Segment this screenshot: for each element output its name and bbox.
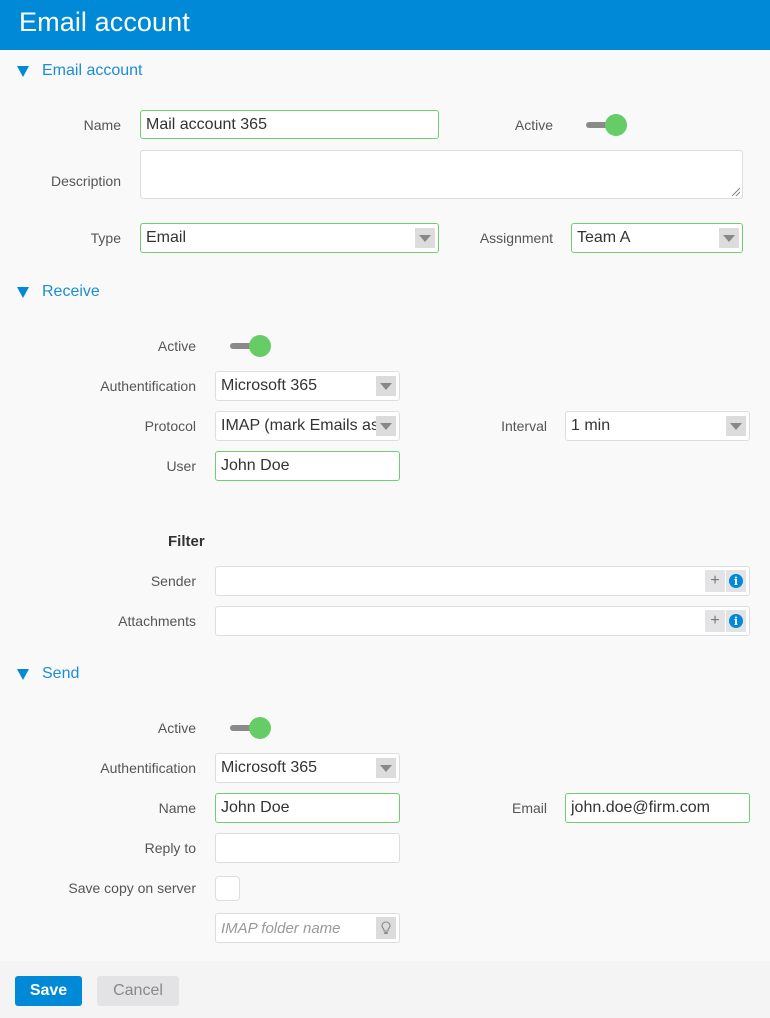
footer-bar: Save Cancel <box>0 961 770 1018</box>
send-name-value: John Doe <box>221 799 290 816</box>
lightbulb-icon[interactable] <box>376 917 396 939</box>
info-icon: i <box>729 574 743 588</box>
email-input[interactable]: john.doe@firm.com <box>565 793 750 823</box>
chevron-down-icon <box>415 228 435 248</box>
send-name-label: Name <box>158 800 196 816</box>
account-name-value: Mail account 365 <box>146 115 267 133</box>
page-header: Email account <box>0 0 770 50</box>
account-active-toggle[interactable] <box>586 113 628 137</box>
section-toggle-send[interactable]: Send <box>17 665 79 683</box>
info-icon: i <box>729 614 743 628</box>
receive-active-toggle[interactable] <box>230 334 272 358</box>
protocol-label: Protocol <box>144 418 196 434</box>
section-title: Email account <box>42 62 143 79</box>
email-label: Email <box>511 800 547 816</box>
page-title: Email account <box>19 7 190 37</box>
cancel-button[interactable]: Cancel <box>97 976 179 1006</box>
section-toggle-email-account[interactable]: Email account <box>17 62 143 80</box>
send-auth-select[interactable]: Microsoft 365 <box>215 753 400 783</box>
section-title: Receive <box>42 283 100 300</box>
save-button[interactable]: Save <box>15 976 82 1006</box>
attachments-info-button[interactable]: i <box>726 610 746 632</box>
assignment-select-value: Team A <box>577 229 631 246</box>
toggle-knob <box>249 717 271 739</box>
reply-to-input[interactable] <box>215 833 400 863</box>
toggle-knob <box>249 335 271 357</box>
name-label: Name <box>83 117 121 133</box>
chevron-down-icon <box>376 758 396 778</box>
attachments-label: Attachments <box>118 613 196 629</box>
receive-auth-select[interactable]: Microsoft 365 <box>215 371 400 401</box>
section-title: Send <box>42 665 80 682</box>
send-active-toggle[interactable] <box>230 716 272 740</box>
account-name-input[interactable]: Mail account 365 <box>140 110 439 139</box>
description-textarea[interactable] <box>140 150 743 199</box>
assignment-select[interactable]: Team A <box>571 223 743 253</box>
imap-folder-placeholder: IMAP folder name <box>221 919 341 937</box>
chevron-down-icon <box>719 228 739 248</box>
receive-auth-value: Microsoft 365 <box>221 377 318 394</box>
imap-folder-input[interactable]: IMAP folder name <box>215 913 400 943</box>
user-input[interactable]: John Doe <box>215 451 400 481</box>
chevron-down-icon <box>376 376 396 396</box>
toggle-knob <box>605 114 627 136</box>
type-label: Type <box>90 230 121 246</box>
send-auth-label: Authentification <box>100 760 196 776</box>
send-auth-value: Microsoft 365 <box>221 759 318 776</box>
interval-label: Interval <box>501 418 547 434</box>
sender-info-button[interactable]: i <box>726 570 746 592</box>
collapse-triangle-icon <box>17 65 29 77</box>
receive-auth-label: Authentification <box>100 378 196 394</box>
type-select[interactable]: Email <box>140 223 439 253</box>
interval-select[interactable]: 1 min <box>565 411 750 441</box>
chevron-down-icon <box>726 416 746 436</box>
save-copy-checkbox[interactable] <box>215 876 240 901</box>
plus-icon: + <box>710 572 720 589</box>
plus-icon: + <box>710 612 720 629</box>
add-attachment-filter-button[interactable]: + <box>705 610 725 632</box>
filter-title: Filter <box>168 533 205 550</box>
save-copy-label: Save copy on server <box>68 880 196 896</box>
active-label: Active <box>514 117 553 133</box>
email-value: john.doe@firm.com <box>571 799 710 816</box>
collapse-triangle-icon <box>17 668 29 680</box>
reply-to-label: Reply to <box>144 840 196 856</box>
collapse-triangle-icon <box>17 286 29 298</box>
assignment-label: Assignment <box>479 230 553 246</box>
description-label: Description <box>50 173 121 189</box>
user-value: John Doe <box>221 457 290 474</box>
protocol-value: IMAP (mark Emails as read) <box>221 417 394 434</box>
send-name-input[interactable]: John Doe <box>215 793 400 823</box>
chevron-down-icon <box>376 416 396 436</box>
receive-active-label: Active <box>157 338 196 354</box>
add-sender-button[interactable]: + <box>705 570 725 592</box>
interval-value: 1 min <box>571 417 611 434</box>
protocol-select[interactable]: IMAP (mark Emails as read) <box>215 411 400 441</box>
type-select-value: Email <box>146 229 187 246</box>
sender-label: Sender <box>150 573 196 589</box>
sender-filter-input[interactable]: + i <box>215 566 750 596</box>
section-toggle-receive[interactable]: Receive <box>17 283 100 301</box>
attachments-filter-input[interactable]: + i <box>215 606 750 636</box>
user-label: User <box>166 458 196 474</box>
send-active-label: Active <box>157 720 196 736</box>
resize-grip-icon[interactable] <box>732 188 740 196</box>
